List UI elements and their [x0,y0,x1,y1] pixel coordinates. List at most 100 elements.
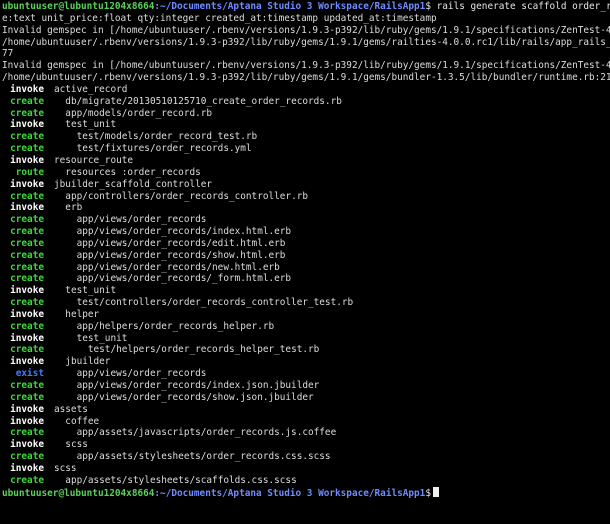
generator-line: invoke assets [2,404,610,416]
action-indent [54,451,77,462]
action-verb: create [10,380,44,391]
generator-line: invoke active_record [2,84,610,96]
action-indent [54,108,65,119]
action-target: app/assets/stylesheets/order_records.css… [76,451,331,463]
generator-line: create app/views/order_records/index.jso… [2,380,610,392]
action-target: app/views/order_records [76,368,207,380]
action-target: app/views/order_records/_form.html.erb [76,273,292,285]
action-verb: invoke [10,202,44,214]
action-verb: route [15,166,44,178]
action-target: test_unit [76,332,128,344]
action-target: test/helpers/order_records_helper_test.r… [87,344,320,356]
action-verb: invoke [10,462,44,474]
action-target: app/models/order_record.rb [65,107,213,119]
action-target: app/assets/stylesheets/scaffolds.css.scs… [65,474,297,486]
action-target: jbuilder [65,356,111,368]
generator-line: invoke coffee [2,416,610,428]
action-target: scss [54,462,77,474]
action-verb: exist [15,368,44,380]
generator-line: invoke test_unit [2,119,610,131]
action-indent [54,475,65,486]
action-target: helper [65,308,100,320]
generator-line: invoke jbuilder_scaffold_controller [2,179,610,191]
action-target: active_record [54,83,128,95]
action-indent [54,262,77,273]
action-verb: create [10,143,44,155]
action-verb: create [10,190,44,202]
action-target: erb [65,202,83,214]
action-verb: create [10,95,44,107]
action-indent [54,226,77,237]
generator-line: invoke helper [2,309,610,321]
action-indent [54,356,65,367]
terminal-window[interactable]: ubuntuuser@lubuntu1204x8664:~/Documents/… [0,0,610,524]
text-cursor [433,486,439,497]
action-target: app/views/order_records/show.json.jbuild… [76,391,314,403]
action-target: app/assets/javascripts/order_records.js.… [76,427,337,439]
action-indent [54,96,65,107]
action-verb: create [10,427,44,439]
action-indent [54,368,77,379]
action-target: assets [54,403,88,415]
action-verb: create [10,249,44,261]
generator-line: route resources :order_records [2,167,610,179]
generator-line: create app/views/order_records/index.htm… [2,226,610,238]
prompt-symbol: $ [425,487,431,499]
action-verb: invoke [10,83,44,95]
action-verb: create [10,474,44,486]
command-text: rails generate scaffold order_record yea… [436,1,610,12]
action-target: resources :order_records [65,166,201,178]
action-target: app/views/order_records/new.html.erb [76,261,280,273]
current-prompt-line[interactable]: ubuntuuser@lubuntu1204x8664:~/Documents/… [2,486,610,499]
action-indent [54,416,65,427]
warning-line: /home/ubuntuuser/.rbenv/versions/1.9.3-p… [2,72,610,84]
action-indent [54,309,65,320]
action-verb: invoke [10,356,44,368]
action-target: app/views/order_records/index.json.jbuil… [76,380,320,391]
action-verb: create [10,451,44,463]
action-target: scss [65,439,88,451]
generator-line: create app/views/order_records/new.html.… [2,262,610,274]
action-verb: invoke [10,308,44,320]
prompt-user: ubuntuuser@lubuntu1204x8664 [2,487,155,499]
generator-line: invoke test_unit [2,333,610,345]
warning-line: 77 [2,48,14,60]
generator-line: exist app/views/order_records [2,368,610,380]
generator-line: create app/models/order_record.rb [2,108,610,120]
action-target: app/views/order_records/index.html.erb [76,226,292,238]
action-verb: create [10,320,44,332]
action-verb: invoke [10,119,44,131]
action-indent [54,214,77,225]
generator-line: create app/views/order_records [2,214,610,226]
action-indent [54,333,77,344]
generator-line: invoke erb [2,202,610,214]
generator-line: invoke test_unit [2,285,610,297]
action-verb: create [10,273,44,285]
generator-line: create app/views/order_records/_form.htm… [2,273,610,285]
action-indent [54,344,88,355]
warning-line: Invalid gemspec in [/home/ubuntuuser/.rb… [2,60,610,72]
command-line: ubuntuuser@lubuntu1204x8664:~/Documents/… [2,1,610,13]
action-target: test/models/order_record_test.rb [76,131,258,143]
action-target: jbuilder_scaffold_controller [54,178,213,190]
action-indent [54,202,65,213]
prompt-user: ubuntuuser@lubuntu1204x8664 [2,1,155,12]
action-verb: create [10,214,44,226]
action-verb: create [10,131,44,143]
action-indent [54,238,77,249]
action-indent [54,131,77,142]
action-indent [54,297,77,308]
generator-line: create test/models/order_record_test.rb [2,131,610,143]
generator-line: invoke resource_route [2,155,610,167]
action-target: test_unit [65,285,117,297]
action-indent [54,321,77,332]
action-indent [54,439,65,450]
generator-line: create app/assets/stylesheets/scaffolds.… [2,475,610,487]
action-verb: create [10,261,44,273]
action-indent [54,380,77,391]
generator-output: invoke active_record create db/migrate/201… [2,84,610,487]
action-verb: create [10,344,44,356]
prompt-path: :~/Documents/Aptana Studio 3 Workspace/R… [154,1,426,12]
prompt-path: :~/Documents/Aptana Studio 3 Workspace/R… [154,487,426,499]
action-target: app/controllers/order_records_controller… [65,190,308,202]
